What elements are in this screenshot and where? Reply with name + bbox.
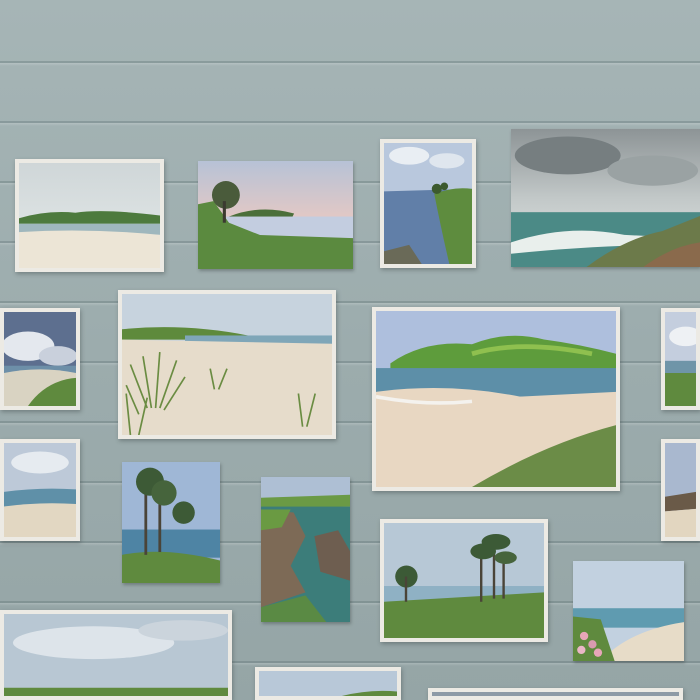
painting-edge-right-1 — [661, 308, 700, 410]
painting-headland-sunset — [198, 161, 353, 269]
painting-sandy-beach-clouds — [0, 610, 232, 700]
painting-beach-flowers — [573, 561, 684, 661]
gallery-wall — [0, 0, 700, 700]
painting-river-estuary — [380, 139, 476, 268]
painting-bottom-center — [255, 667, 401, 700]
painting-pines-headland — [380, 519, 548, 642]
painting-dune-grass — [118, 290, 336, 439]
painting-rocky-cliffs — [261, 477, 350, 622]
painting-green-headland-bay — [372, 307, 620, 491]
painting-cloudy-dunes — [0, 308, 80, 410]
painting-pine-trees-bay — [122, 462, 220, 583]
painting-bottom-right — [428, 688, 683, 700]
painting-beach-bay — [0, 439, 80, 541]
painting-stormy-coastline — [511, 129, 700, 267]
painting-edge-right-2 — [661, 439, 700, 541]
painting-misty-beach — [15, 159, 164, 272]
